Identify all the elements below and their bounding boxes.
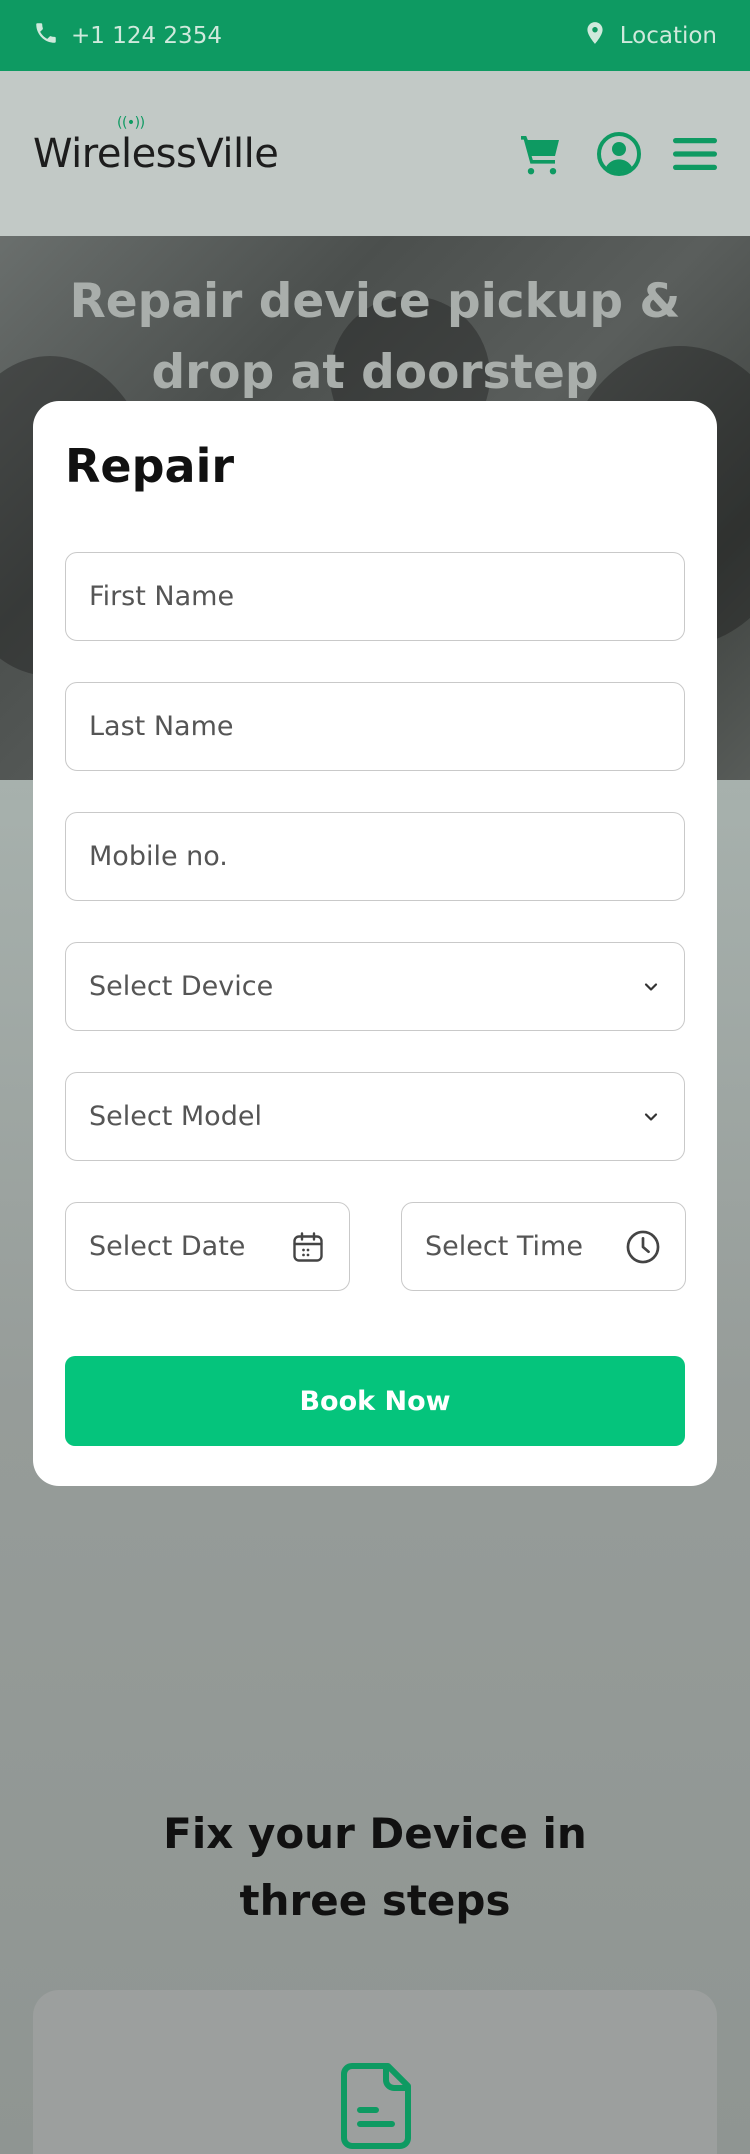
hero-title: Repair device pickup & drop at doorstep xyxy=(69,274,681,400)
chevron-down-icon xyxy=(641,977,661,997)
time-placeholder: Select Time xyxy=(425,1231,583,1262)
last-name-input[interactable]: Last Name xyxy=(65,682,685,771)
mobile-input[interactable]: Mobile no. xyxy=(65,812,685,901)
time-picker[interactable]: Select Time xyxy=(401,1202,686,1291)
model-select-value: Select Model xyxy=(89,1101,262,1132)
last-name-placeholder: Last Name xyxy=(89,711,234,742)
top-contact-bar: +1 124 2354 Location xyxy=(0,0,750,71)
location-label: Location xyxy=(619,22,717,49)
first-name-placeholder: First Name xyxy=(89,581,235,612)
site-header: ((•)) WirelessVille xyxy=(0,71,750,236)
repair-form-card: Repair First Name Last Name Mobile no. S… xyxy=(33,401,717,1486)
phone-contact[interactable]: +1 124 2354 xyxy=(33,20,222,52)
user-icon[interactable] xyxy=(595,130,643,178)
phone-number: +1 124 2354 xyxy=(71,22,222,49)
phone-icon xyxy=(33,20,59,52)
location-pin-icon xyxy=(582,20,608,52)
cart-icon[interactable] xyxy=(517,130,565,178)
location-link[interactable]: Location xyxy=(582,20,717,52)
clock-icon xyxy=(624,1228,662,1266)
model-select[interactable]: Select Model xyxy=(65,1072,685,1161)
brand-logo-text: WirelessVille xyxy=(33,130,279,177)
device-select[interactable]: Select Device xyxy=(65,942,685,1031)
date-picker[interactable]: Select Date xyxy=(65,1202,350,1291)
steps-title: Fix your Device in three steps xyxy=(163,1809,587,1925)
calendar-icon xyxy=(290,1229,326,1265)
menu-icon[interactable] xyxy=(673,136,717,172)
document-icon xyxy=(336,2058,416,2154)
signal-icon: ((•)) xyxy=(117,114,145,131)
book-now-button[interactable]: Book Now xyxy=(65,1356,685,1446)
first-name-input[interactable]: First Name xyxy=(65,552,685,641)
device-select-value: Select Device xyxy=(89,971,274,1002)
date-placeholder: Select Date xyxy=(89,1231,246,1262)
form-title: Repair xyxy=(65,439,235,493)
mobile-placeholder: Mobile no. xyxy=(89,841,228,872)
chevron-down-icon xyxy=(641,1107,661,1127)
brand-logo[interactable]: ((•)) WirelessVille xyxy=(33,115,279,177)
